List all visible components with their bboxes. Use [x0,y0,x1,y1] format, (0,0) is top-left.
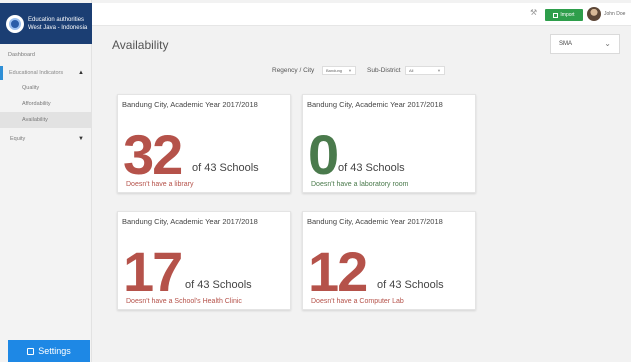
stat-number: 17 [123,240,183,303]
caret-down-icon: ▼ [78,136,84,142]
settings-button[interactable]: Settings [8,340,90,362]
logo-icon [6,14,24,33]
subdistrict-select-value: All [409,68,414,73]
stat-of-text: of 43 Schools [192,162,259,174]
stat-of-text: of 43 Schools [338,162,405,174]
stat-of-text: of 43 Schools [185,279,252,291]
sidebar-item-educational-indicators[interactable]: Educational Indicators ▲ [0,66,92,80]
regency-select[interactable]: Bandung ▼ [322,66,356,75]
page-title: Availability [112,38,169,52]
brand-header[interactable]: Education authorities West Java - Indone… [0,3,92,44]
stat-card-computer-lab: Bandung City, Academic Year 2017/2018 12… [302,211,476,310]
wrench-icon[interactable]: ⚒ [530,8,537,17]
card-header: Bandung City, Academic Year 2017/2018 [122,100,258,109]
chevron-down-icon: ▼ [348,68,352,73]
subdistrict-label: Sub-District [367,67,401,74]
top-bar: ⚒ Import John Doe ⌄ [92,3,631,26]
subdistrict-select[interactable]: All ▼ [405,66,445,75]
import-button[interactable]: Import [545,9,583,21]
level-select-value: SMA [559,41,573,47]
settings-icon [27,347,35,355]
sidebar-item-equity[interactable]: Equity ▼ [0,132,92,146]
sidebar-item-quality[interactable]: Quality [0,80,92,96]
stat-card-laboratory: Bandung City, Academic Year 2017/2018 0 … [302,94,476,193]
card-header: Bandung City, Academic Year 2017/2018 [122,217,258,226]
regency-label: Regency / City [272,67,315,74]
level-select[interactable]: SMA ⌄ [550,34,620,54]
stat-card-library: Bandung City, Academic Year 2017/2018 32… [117,94,291,193]
chevron-down-icon: ▼ [437,68,441,73]
sidebar: Education authorities West Java - Indone… [0,0,92,362]
stat-card-health-clinic: Bandung City, Academic Year 2017/2018 17… [117,211,291,310]
brand-text: Education authorities West Java - Indone… [28,16,87,32]
stat-of-text: of 43 Schools [377,279,444,291]
stat-description: Doesn't have a library [126,181,194,188]
brand-line-1: Education authorities [28,16,85,23]
import-icon [553,12,559,18]
card-header: Bandung City, Academic Year 2017/2018 [307,100,443,109]
brand-line-2: West Java - Indonesia [28,24,88,31]
regency-select-value: Bandung [326,68,343,73]
card-header: Bandung City, Academic Year 2017/2018 [307,217,443,226]
sidebar-item-label: Equity [10,136,26,142]
stat-description: Doesn't have a Computer Lab [311,298,404,305]
chevron-down-icon[interactable]: ⌄ [622,10,626,16]
settings-label: Settings [38,346,71,356]
sidebar-item-affordability[interactable]: Affordability [0,96,92,112]
import-label: Import [560,12,575,18]
stat-description: Doesn't have a School's Health Clinic [126,298,242,305]
sidebar-item-availability[interactable]: Availability [0,112,92,128]
stat-number: 32 [123,123,183,186]
sidebar-item-dashboard[interactable]: Dashboard [0,48,92,62]
sidebar-item-label: Educational Indicators [9,70,64,76]
sidebar-nav: Dashboard Educational Indicators ▲ Quali… [0,48,92,146]
stat-number: 12 [308,240,368,303]
stat-description: Doesn't have a laboratory room [311,181,409,188]
caret-up-icon: ▲ [78,70,84,76]
stat-number: 0 [308,123,339,186]
avatar[interactable] [587,7,601,21]
chevron-down-icon: ⌄ [604,39,611,48]
